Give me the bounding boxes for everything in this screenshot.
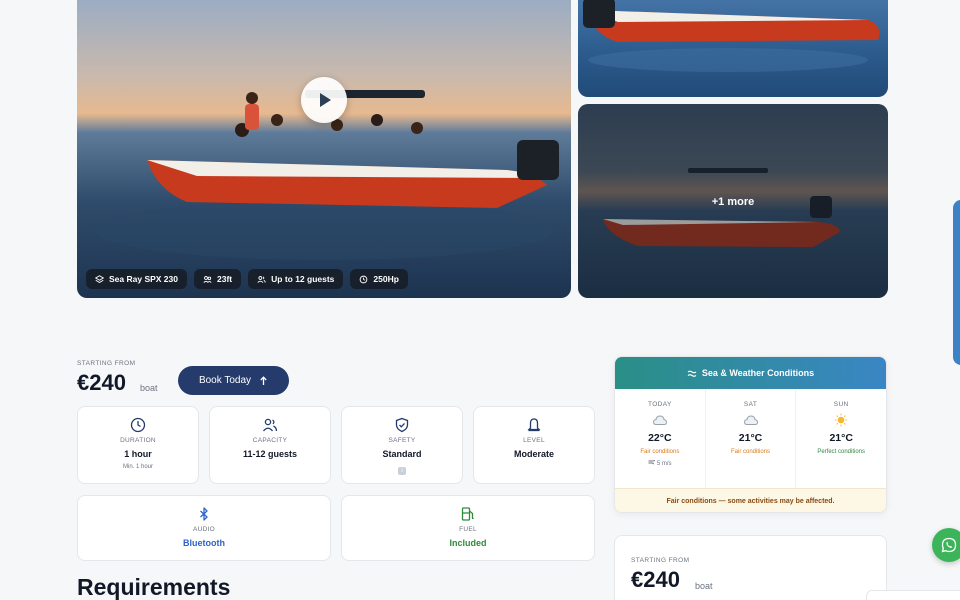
clock-icon bbox=[130, 417, 146, 433]
footer-widget bbox=[866, 590, 960, 600]
wind-icon bbox=[648, 459, 656, 465]
whatsapp-icon bbox=[941, 537, 957, 553]
day-condition: Perfect conditions bbox=[817, 449, 866, 455]
boat-illustration bbox=[94, 90, 559, 260]
price-unit: boat bbox=[695, 581, 713, 591]
spec-subtext: Min. 1 hour bbox=[122, 464, 153, 470]
spec-value: Moderate bbox=[513, 449, 554, 459]
price-value: €240 bbox=[77, 370, 126, 395]
chip-length: 23ft bbox=[194, 269, 242, 289]
day-condition: Fair conditions bbox=[730, 449, 771, 455]
spec-label: FUEL bbox=[459, 526, 477, 533]
day-temperature: 22°C bbox=[648, 432, 672, 444]
bluetooth-icon bbox=[200, 507, 208, 521]
spec-card-safety: SAFETY Standard i bbox=[341, 406, 463, 484]
whatsapp-chat-button[interactable] bbox=[932, 528, 960, 562]
arrow-up-icon bbox=[260, 375, 267, 385]
price-unit: boat bbox=[140, 383, 158, 393]
play-icon bbox=[320, 93, 331, 107]
cloud-icon bbox=[743, 415, 758, 425]
weather-footer-note: Fair conditions — some activities may be… bbox=[615, 488, 886, 512]
day-name: SAT bbox=[743, 401, 758, 408]
ruler-icon bbox=[203, 275, 212, 283]
forecast-days: TODAY 22°C Fair conditions 5 m/s SAT 21°… bbox=[615, 389, 886, 488]
weather-title: Sea & Weather Conditions bbox=[701, 368, 815, 378]
forecast-day: SAT 21°C Fair conditions bbox=[706, 389, 797, 488]
layers-icon bbox=[95, 274, 104, 283]
users-icon bbox=[262, 418, 278, 432]
cloud-icon bbox=[652, 415, 667, 425]
spec-card-duration: DURATION 1 hour Min. 1 hour bbox=[77, 406, 199, 484]
weather-header: Sea & Weather Conditions bbox=[615, 357, 886, 389]
waves-icon bbox=[687, 370, 697, 377]
spec-card-audio: AUDIO Bluetooth bbox=[77, 495, 331, 561]
starting-from-label: STARTING FROM bbox=[77, 360, 136, 367]
requirements-heading: Requirements bbox=[77, 574, 231, 600]
spec-label: SAFETY bbox=[388, 437, 416, 444]
sun-icon bbox=[834, 413, 848, 427]
wind-speed: 5 m/s bbox=[615, 459, 705, 467]
spec-value: Bluetooth bbox=[183, 538, 225, 548]
spec-value: 1 hour bbox=[124, 449, 152, 459]
bell-icon bbox=[527, 418, 541, 432]
info-icon[interactable]: i bbox=[398, 467, 406, 475]
spec-value: 11-12 guests bbox=[242, 449, 298, 459]
boat-illustration bbox=[583, 0, 880, 72]
chip-model: Sea Ray SPX 230 bbox=[86, 269, 187, 289]
side-panel-tab[interactable] bbox=[953, 200, 960, 365]
play-video-button[interactable] bbox=[301, 77, 347, 123]
spec-card-level: LEVEL Moderate bbox=[473, 406, 595, 484]
day-temperature: 21°C bbox=[829, 432, 853, 444]
starting-from-label: STARTING FROM bbox=[631, 557, 690, 564]
spec-card-capacity: CAPACITY 11-12 guests bbox=[209, 406, 331, 484]
shield-check-icon bbox=[395, 417, 409, 433]
spec-label: DURATION bbox=[120, 437, 156, 444]
day-name: TODAY bbox=[647, 401, 672, 408]
spec-label: CAPACITY bbox=[252, 437, 288, 444]
sidebar-price-card: STARTING FROM €240 boat bbox=[614, 535, 887, 600]
more-photos-label[interactable]: +1 more bbox=[578, 196, 888, 208]
forecast-day: TODAY 22°C Fair conditions 5 m/s bbox=[615, 389, 706, 488]
gauge-icon bbox=[360, 275, 368, 283]
day-name: SUN bbox=[833, 401, 849, 408]
chip-horsepower: 250Hp bbox=[350, 269, 408, 289]
boat-listing-page: Sea Ray SPX 230 23ft Up to 12 guests 250… bbox=[0, 0, 960, 600]
fuel-icon bbox=[461, 507, 474, 521]
forecast-day: SUN 21°C Perfect conditions bbox=[796, 389, 886, 488]
boat-feature-chips: Sea Ray SPX 230 23ft Up to 12 guests 250… bbox=[86, 269, 408, 289]
price-value: €240 bbox=[631, 567, 680, 592]
book-today-button[interactable]: Book Today bbox=[178, 366, 289, 395]
day-condition: Fair conditions bbox=[640, 449, 680, 455]
boat-photo-3[interactable]: +1 more bbox=[578, 104, 888, 298]
spec-label: AUDIO bbox=[192, 526, 216, 533]
spec-value: Included bbox=[449, 538, 487, 548]
book-button-label: Book Today bbox=[198, 375, 252, 386]
users-icon bbox=[257, 275, 266, 283]
weather-widget: Sea & Weather Conditions TODAY 22°C Fair… bbox=[614, 356, 887, 513]
boat-photo-2[interactable] bbox=[578, 0, 888, 97]
spec-card-fuel: FUEL Included bbox=[341, 495, 595, 561]
main-boat-photo[interactable]: Sea Ray SPX 230 23ft Up to 12 guests 250… bbox=[77, 0, 571, 298]
spec-value: Standard bbox=[382, 449, 422, 459]
spec-label: LEVEL bbox=[523, 437, 545, 444]
chip-guests: Up to 12 guests bbox=[248, 269, 344, 289]
day-temperature: 21°C bbox=[738, 432, 763, 444]
